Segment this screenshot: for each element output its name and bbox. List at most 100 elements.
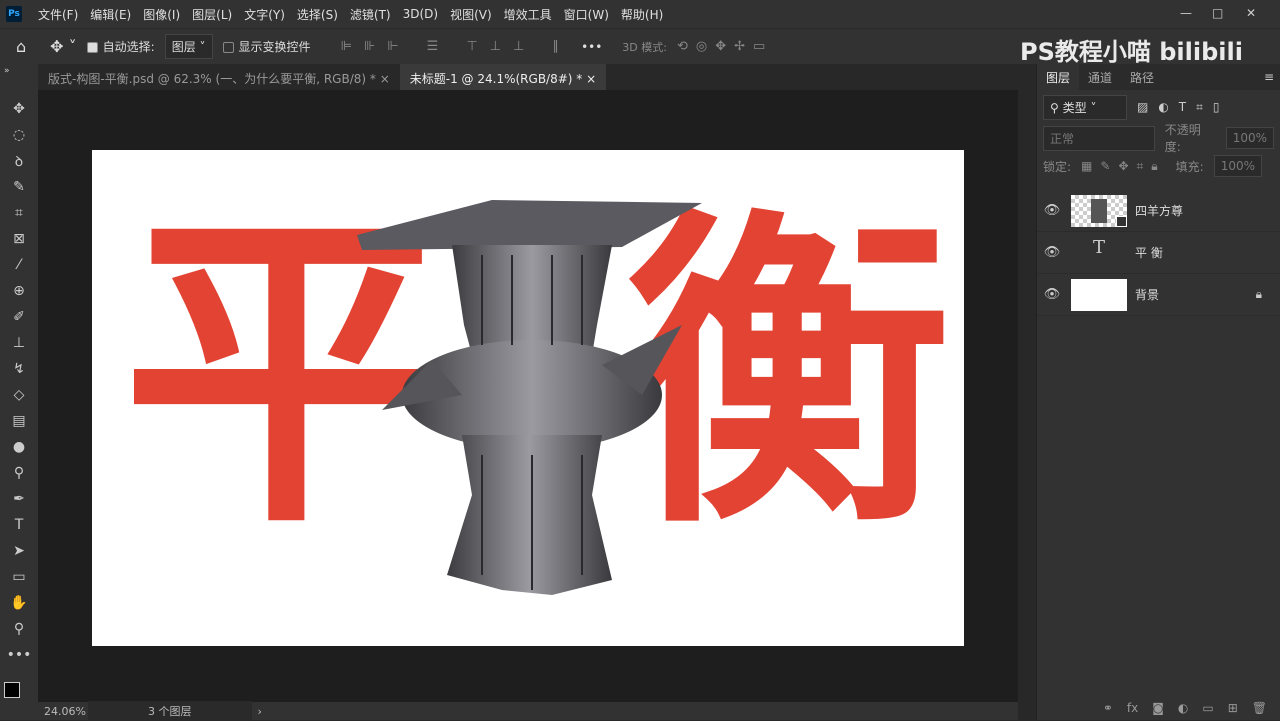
filter-icons[interactable]: ▨◐T⌗▯ [1137,100,1230,115]
menu-plugins[interactable]: 增效工具 [498,6,558,23]
smart-object-badge-icon [1116,215,1127,227]
fx-icon[interactable]: fx [1127,701,1138,715]
menu-select[interactable]: 选择(S) [291,6,344,23]
document-tabs: 版式-构图-平衡.psd @ 62.3% (一、为什么要平衡, RGB/8) *… [38,64,1018,90]
gradient-tool-icon[interactable]: ▤ [0,408,38,434]
menu-image[interactable]: 图像(I) [137,6,186,23]
tab-paths[interactable]: 路径 [1121,64,1163,91]
show-transform-label: 显示变换控件 [238,40,311,54]
minimize-icon[interactable]: — [1180,6,1192,20]
search-icon: ⚲ [1050,100,1059,115]
hand-tool-icon[interactable]: ✋ [0,590,38,616]
auto-select-checkbox[interactable]: 自动选择: [86,38,155,55]
tab-document-2[interactable]: 未标题-1 @ 24.1%(RGB/8#) * × [399,64,607,90]
pen-tool-icon[interactable]: ✒ [0,486,38,512]
zoom-tool-icon[interactable]: ⚲ [0,616,38,642]
layer-name: 背景 [1135,288,1160,302]
type-tool-icon[interactable]: T [0,512,38,538]
maximize-icon[interactable]: □ [1212,6,1223,20]
show-transform-checkbox[interactable]: 显示变换控件 [222,38,311,55]
brush-tool-icon[interactable]: ✐ [0,304,38,330]
panel-menu-icon[interactable]: ≡ [1264,70,1280,84]
layer-row-text[interactable]: 👁︎ T 平 衡 [1037,232,1280,274]
menu-3d[interactable]: 3D(D) [397,7,444,21]
rectangle-tool-icon[interactable]: ▭ [0,564,38,590]
quick-select-tool-icon[interactable]: ✎ [0,174,38,200]
menu-edit[interactable]: 编辑(E) [84,6,137,23]
move-tool-icon[interactable]: ✥ ˅ [50,37,77,56]
document-info: 3 个图层 [88,701,252,721]
delete-layer-icon[interactable]: 🗑︎ [1252,701,1267,715]
close-tab-icon[interactable]: × [586,72,596,86]
marquee-tool-icon[interactable]: ◌ [0,122,38,148]
document-canvas[interactable]: 平 衡 [92,150,964,646]
opacity-label: 不透明度: [1164,123,1201,154]
new-layer-icon[interactable]: ⊞ [1228,701,1238,715]
menu-file[interactable]: 文件(F) [32,6,84,23]
menu-help[interactable]: 帮助(H) [615,6,669,23]
layer-filter-dropdown[interactable]: ⚲ 类型 ˅ [1043,94,1127,120]
checkbox-icon [222,42,234,53]
menu-view[interactable]: 视图(V) [444,6,498,23]
opacity-input[interactable]: 100% [1225,127,1274,149]
watermark: PS教程小喵 bilibili [1020,38,1243,66]
healing-tool-icon[interactable]: ⊕ [0,278,38,304]
eyedropper-tool-icon[interactable]: ⁄ [0,252,38,278]
visibility-eye-icon[interactable]: 👁︎ [1037,203,1067,218]
close-tab-icon[interactable]: × [380,72,390,86]
lasso-tool-icon[interactable]: ꝺ [0,148,38,174]
checkbox-checked-icon [86,42,98,53]
layer-row-smart-object[interactable]: 👁︎ 四羊方尊 [1037,190,1280,232]
status-chevron-icon[interactable]: › [258,705,262,718]
menu-type[interactable]: 文字(Y) [238,6,291,23]
auto-select-value: 图层 [171,40,196,54]
blend-mode-dropdown[interactable]: 正常 [1043,125,1155,151]
expand-icon[interactable]: » [0,64,38,78]
3d-mode-label: 3D 模式: [622,40,667,54]
layers-panel: 图层 通道 路径 ≡ ⚲ 类型 ˅ ▨◐T⌗▯ 正常 不透明度: 100% 锁定… [1036,63,1280,720]
menu-layer[interactable]: 图层(L) [186,6,238,23]
adjustment-layer-icon[interactable]: ◐ [1178,701,1188,715]
move-tool-icon[interactable]: ✥ [0,96,38,122]
color-swatches[interactable] [0,668,38,708]
text-layer-icon: T [1092,236,1105,258]
zoom-level[interactable]: 24.06% [38,705,86,718]
tab-channels[interactable]: 通道 [1079,64,1121,91]
close-window-icon[interactable]: ✕ [1246,6,1256,20]
add-mask-icon[interactable]: ◙ [1152,701,1164,715]
auto-select-dropdown[interactable]: 图层 ˅ [164,34,213,59]
tools-panel: » ✥ ◌ ꝺ ✎ ⌗ ⊠ ⁄ ⊕ ✐ ⊥ ↯ ◇ ▤ ● ⚲ ✒ T ➤ ▭ … [0,64,38,720]
foreground-color[interactable] [4,682,20,698]
history-brush-icon[interactable]: ↯ [0,356,38,382]
filter-value: 类型 [1062,100,1087,115]
more-options-button[interactable]: ••• [581,40,602,54]
menu-window[interactable]: 窗口(W) [558,6,615,23]
menu-filter[interactable]: 滤镜(T) [344,6,397,23]
layer-row-background[interactable]: 👁︎ 背景 🔒︎ [1037,274,1280,316]
panel-footer: ⚭ fx ◙ ◐ ▭ ⊞ 🗑︎ [1037,696,1280,720]
stamp-tool-icon[interactable]: ⊥ [0,330,38,356]
home-icon[interactable]: ⌂ [16,37,26,56]
visibility-eye-icon[interactable]: 👁︎ [1037,245,1067,260]
tab-document-1[interactable]: 版式-构图-平衡.psd @ 62.3% (一、为什么要平衡, RGB/8) *… [38,64,400,90]
more-tools-icon[interactable]: ••• [0,642,38,668]
tab-layers[interactable]: 图层 [1037,63,1080,91]
fill-input[interactable]: 100% [1213,155,1262,177]
path-select-tool-icon[interactable]: ➤ [0,538,38,564]
3d-tools-icons[interactable]: ⟲◎✥✢▭ [677,39,773,54]
blur-tool-icon[interactable]: ● [0,434,38,460]
auto-select-label: 自动选择: [102,40,155,54]
align-icons[interactable]: ⊫⊪⊩ ☰ ⊤⊥⊥ ∥ [341,39,572,54]
eraser-tool-icon[interactable]: ◇ [0,382,38,408]
crop-tool-icon[interactable]: ⌗ [0,200,38,226]
status-bar: 24.06% 3 个图层 › [38,701,1018,721]
frame-tool-icon[interactable]: ⊠ [0,226,38,252]
new-group-icon[interactable]: ▭ [1202,701,1213,715]
lock-icons[interactable]: ▦✎✥⌗🔒︎ [1081,159,1166,174]
tab-label: 版式-构图-平衡.psd @ 62.3% (一、为什么要平衡, RGB/8) * [48,72,376,86]
link-layers-icon[interactable]: ⚭ [1103,701,1113,715]
visibility-eye-icon[interactable]: 👁︎ [1037,287,1067,302]
fill-label: 填充: [1175,159,1204,174]
dodge-tool-icon[interactable]: ⚲ [0,460,38,486]
photoshop-logo: Ps [6,6,22,22]
